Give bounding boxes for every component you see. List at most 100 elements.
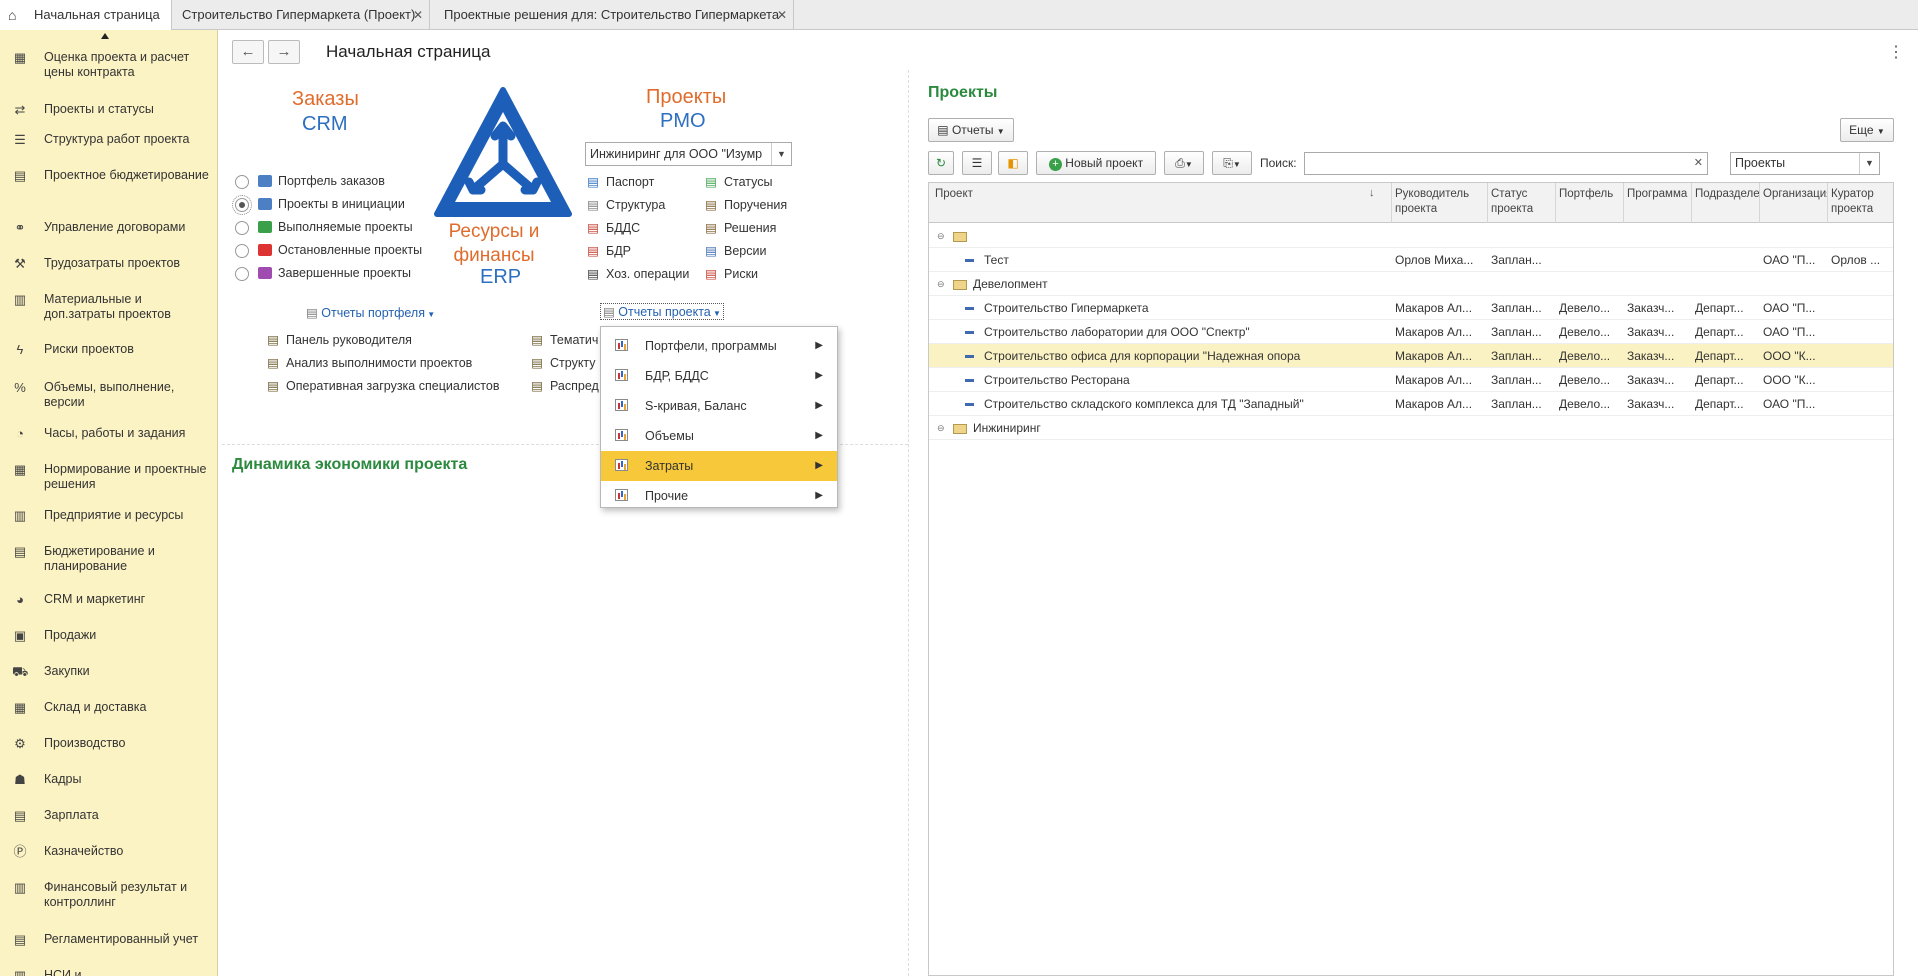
sidebar-item-label: Нормирование и проектные решения — [44, 462, 207, 491]
project-reports-menu: Портфели, программы ▶ БДР, БДДС ▶ S-кривая, … — [600, 326, 838, 508]
table-cell: ОАО "П... — [1763, 253, 1816, 267]
collapse-icon[interactable]: ⊖ — [937, 416, 945, 440]
more-button[interactable]: Еще ▼ — [1840, 118, 1894, 142]
column-separator — [1555, 183, 1556, 223]
organization-select[interactable]: Инжиниринг для ООО "Изумр ▼ — [585, 142, 792, 166]
portfolio-radio[interactable] — [235, 175, 249, 189]
collapse-icon[interactable]: ⊖ — [937, 272, 945, 296]
column-header[interactable]: Портфель — [1559, 187, 1623, 219]
refresh-button[interactable]: ↻ — [928, 151, 954, 175]
project-name: Строительство складского комплекса для Т… — [984, 397, 1304, 411]
project-report-item[interactable]: ▤ Структу — [530, 355, 595, 370]
structure-icon: ☰ — [14, 132, 26, 147]
portfolio-option-label: Остановленные проекты — [278, 243, 423, 257]
clear-icon[interactable]: ✕ — [1694, 156, 1703, 169]
table-cell: Макаров Ал... — [1395, 349, 1473, 363]
project-reports-dropdown[interactable]: ▤ Отчеты проекта ▼ — [600, 303, 724, 320]
sidebar-item-label: Риски проектов — [44, 342, 134, 356]
reports-button[interactable]: ▤ Отчеты ▼ — [928, 118, 1014, 142]
portfolio-radio[interactable] — [232, 195, 252, 215]
filter-button[interactable]: ◧ — [998, 151, 1028, 175]
pmo-link[interactable]: ▤ Хоз. операции — [586, 266, 689, 281]
table-row[interactable]: Тест Орлов Миха... Заплан... ОАО "П... Орлов… — [929, 248, 1893, 272]
close-icon[interactable]: ✕ — [413, 0, 423, 30]
sidebar-item-label: Кадры — [44, 772, 82, 786]
portfolio-reports-dropdown[interactable]: ▤ Отчеты портфеля ▼ — [306, 305, 435, 320]
menu-item[interactable]: Затраты ▶ — [601, 451, 837, 481]
decisions-icon: ▤ — [705, 221, 717, 235]
portfolio-report-item[interactable]: ▤ Оперативная загрузка специалистов — [266, 378, 499, 393]
pmo-link[interactable]: ▤ Риски — [704, 266, 758, 281]
table-row[interactable]: Строительство офиса для корпорации "Наде… — [929, 344, 1893, 368]
hierarchy-button[interactable]: ☰ — [962, 151, 992, 175]
table-row[interactable]: Строительство лаборатории для ООО "Спект… — [929, 320, 1893, 344]
table-cell: Макаров Ал... — [1395, 325, 1473, 339]
group-row[interactable]: ⊖ — [929, 224, 1893, 248]
column-header[interactable]: Куратор проекта — [1831, 187, 1893, 219]
pmo-link[interactable]: ▤ Версии — [704, 243, 766, 258]
portfolio-radio[interactable] — [235, 221, 249, 235]
column-header[interactable]: Статус проекта — [1491, 187, 1555, 219]
portfolio-radio[interactable] — [235, 267, 249, 281]
projects-icon: ⇄ — [14, 102, 26, 117]
export-button[interactable]: ⎘▼ — [1212, 151, 1252, 175]
pmo-link[interactable]: ▤ Статусы — [704, 174, 772, 189]
scroll-up-icon[interactable] — [100, 32, 110, 40]
pmo-link[interactable]: ▤ БДДС — [586, 220, 640, 235]
tab-solutions[interactable]: Проектные решения для: Строительство Гип… — [430, 0, 794, 30]
report-icon — [615, 369, 628, 381]
portfolio-report-label: Панель руководителя — [286, 333, 412, 347]
portfolio-radio[interactable] — [235, 244, 249, 258]
sidebar-item-label: НСИ и — [44, 968, 82, 976]
pmo-link[interactable]: ▤ Решения — [704, 220, 776, 235]
menu-item[interactable]: Прочие ▶ — [601, 481, 837, 511]
column-header[interactable]: Подразделение — [1695, 187, 1759, 219]
table-cell: Строительство Ресторана — [965, 368, 1385, 392]
chart-title: Динамика экономики проекта — [232, 456, 468, 473]
new-project-button[interactable]: + Новый проект — [1036, 151, 1156, 175]
more-options-icon[interactable]: ⋮ — [1888, 42, 1904, 62]
nsi-icon: ▥ — [13, 968, 27, 976]
table-row[interactable]: Строительство Ресторана Макаров Ал... Запл… — [929, 368, 1893, 392]
column-header[interactable]: Проект — [935, 187, 1385, 219]
portfolio-report-item[interactable]: ▤ Панель руководителя — [266, 332, 412, 347]
portfolio-option-label: Проекты в инициации — [278, 197, 405, 211]
pmo-link[interactable]: ▤ Паспорт — [586, 174, 654, 189]
column-header[interactable]: Организация — [1763, 187, 1827, 219]
close-icon[interactable]: ✕ — [777, 0, 787, 30]
group-name — [953, 224, 973, 248]
table-cell: Заказч... — [1627, 349, 1675, 363]
tab-home[interactable]: ⌂ Начальная страница — [0, 0, 172, 30]
portfolio-report-item[interactable]: ▤ Анализ выполнимости проектов — [266, 355, 472, 370]
pmo-link[interactable]: ▤ Поручения — [704, 197, 787, 212]
menu-item[interactable]: Портфели, программы ▶ — [601, 331, 837, 361]
pmo-link-label: Хоз. операции — [606, 267, 690, 281]
table-cell: Заказч... — [1627, 325, 1675, 339]
group-row[interactable]: ⊖ Инжиниринг — [929, 416, 1893, 440]
back-button[interactable]: ← — [232, 40, 264, 64]
group-row[interactable]: ⊖ Девелопмент — [929, 272, 1893, 296]
menu-item[interactable]: БДР, БДДС ▶ — [601, 361, 837, 391]
collapse-icon[interactable]: ⊖ — [937, 224, 945, 248]
table-row[interactable]: Строительство складского комплекса для Т… — [929, 392, 1893, 416]
column-header[interactable]: Программа — [1627, 187, 1691, 219]
chevron-down-icon: ▼ — [710, 309, 721, 318]
report-icon: ▤ — [531, 379, 543, 393]
table-row[interactable]: Строительство Гипермаркета Макаров Ал... З… — [929, 296, 1893, 320]
column-header[interactable]: Руководитель проекта — [1395, 187, 1487, 219]
project-name: Строительство Гипермаркета — [984, 301, 1149, 315]
pmo-link[interactable]: ▤ Структура — [586, 197, 665, 212]
tab-project[interactable]: Строительство Гипермаркета (Проект) ✕ — [172, 0, 430, 30]
project-name: Тест — [984, 253, 1009, 267]
menu-item[interactable]: Объемы ▶ — [601, 421, 837, 451]
report-icon: ▤ — [267, 333, 279, 347]
projects-table: Проект Руководитель проекта Статус проекта… — [928, 182, 1894, 976]
search-input[interactable]: ✕ — [1304, 152, 1708, 175]
print-button[interactable]: ⎙▼ — [1164, 151, 1204, 175]
forward-button[interactable]: → — [268, 40, 300, 64]
project-report-item[interactable]: ▤ Распред — [530, 378, 599, 393]
menu-item[interactable]: S-кривая, Баланс ▶ — [601, 391, 837, 421]
filter-select[interactable]: Проекты ▼ — [1730, 152, 1880, 175]
project-report-item[interactable]: ▤ Тематич — [530, 332, 598, 347]
pmo-link[interactable]: ▤ БДР — [586, 243, 631, 258]
